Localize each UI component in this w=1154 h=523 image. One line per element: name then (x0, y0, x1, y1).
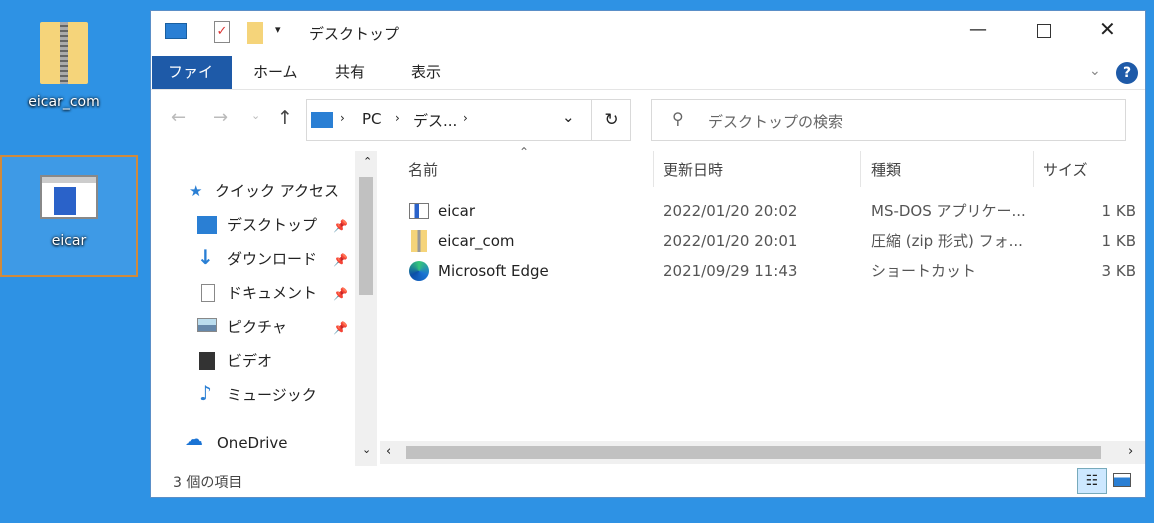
tab-view[interactable]: 表示 (395, 56, 457, 89)
nav-item-music[interactable]: ♪ ミュージック (199, 381, 317, 407)
address-dropdown-icon[interactable]: ⌄ (562, 108, 575, 126)
horizontal-scrollbar-thumb[interactable] (406, 446, 1101, 459)
application-icon (40, 175, 98, 219)
desktop-icon (197, 216, 217, 234)
column-size[interactable]: サイズ (1043, 159, 1088, 180)
zip-folder-icon (40, 22, 88, 84)
desktop-icon-label: eicar (51, 233, 87, 249)
nav-scrollbar[interactable]: ⌃ ⌄ (355, 151, 377, 466)
up-button[interactable]: ↑ (277, 107, 293, 129)
recent-dropdown[interactable]: ⌄ (251, 109, 260, 122)
sort-ascending-icon: ⌃ (519, 145, 530, 159)
ribbon-expand-icon[interactable]: ⌄ (1089, 63, 1101, 79)
column-name[interactable]: 名前 (408, 159, 438, 180)
this-pc-icon (311, 112, 333, 128)
search-input[interactable]: ⚲ デスクトップの検索 (651, 99, 1126, 141)
large-icons-view-button[interactable] (1113, 473, 1131, 487)
forward-button[interactable]: → (213, 107, 228, 128)
nav-onedrive[interactable]: ☁ OneDrive (185, 429, 288, 455)
nav-scrollbar-thumb[interactable] (359, 177, 373, 295)
pin-icon[interactable]: 📌 (333, 219, 348, 233)
document-icon (201, 284, 215, 302)
minimize-button[interactable]: — (969, 19, 987, 40)
pin-icon[interactable]: 📌 (333, 253, 348, 267)
nav-quick-access[interactable]: ★ クイック アクセス (189, 179, 339, 203)
column-type[interactable]: 種類 (871, 159, 901, 180)
pin-icon[interactable]: 📌 (333, 321, 348, 335)
nav-item-downloads[interactable]: ↓ ダウンロード (197, 245, 317, 271)
edge-icon (409, 261, 429, 281)
refresh-button[interactable]: ↻ (591, 100, 631, 140)
nav-item-desktop[interactable]: デスクトップ (197, 213, 317, 237)
file-explorer-window: ✓ ▾ デスクトップ — ✕ ファイル ホーム 共有 表示 ⌄ ? ← → ⌄ … (150, 10, 1146, 498)
star-icon: ★ (189, 182, 203, 200)
application-icon (409, 203, 429, 219)
zip-folder-icon (411, 230, 427, 252)
horizontal-scrollbar[interactable]: ‹ › (380, 441, 1145, 464)
tab-share[interactable]: 共有 (319, 56, 381, 89)
video-icon (199, 352, 215, 370)
maximize-button[interactable] (1037, 24, 1051, 38)
properties-icon[interactable]: ✓ (214, 21, 230, 43)
close-button[interactable]: ✕ (1099, 17, 1116, 41)
breadcrumb-desktop[interactable]: デス... (413, 110, 457, 131)
status-item-count: 3 個の項目 (173, 475, 243, 491)
tab-home[interactable]: ホーム (237, 56, 314, 89)
navigation-pane: ★ クイック アクセス デスクトップ ↓ ダウンロード ドキュメント ピクチャ ビデ… (151, 151, 379, 466)
column-date[interactable]: 更新日時 (663, 159, 723, 180)
this-pc-icon (165, 23, 187, 39)
pictures-icon (197, 318, 217, 332)
nav-item-documents[interactable]: ドキュメント (201, 281, 317, 305)
details-view-button[interactable]: ☷ (1077, 468, 1107, 494)
help-button[interactable]: ? (1116, 62, 1138, 84)
nav-item-pictures[interactable]: ピクチャ (197, 315, 287, 339)
file-row[interactable]: Microsoft Edge 2021/09/29 11:43 ショートカット … (406, 257, 1146, 285)
window-title: デスクトップ (309, 25, 400, 43)
pin-icon[interactable]: 📌 (333, 287, 348, 301)
nav-item-videos[interactable]: ビデオ (199, 349, 272, 373)
address-bar[interactable]: › PC › デス... › ⌄ ↻ (306, 99, 631, 141)
tab-file[interactable]: ファイル (152, 56, 232, 114)
back-button[interactable]: ← (171, 107, 186, 128)
desktop-icon-eicar[interactable]: eicar (0, 155, 138, 277)
cloud-icon: ☁ (185, 429, 203, 450)
file-row[interactable]: eicar 2022/01/20 20:02 MS-DOS アプリケー... 1… (406, 197, 1146, 225)
music-icon: ♪ (199, 381, 212, 405)
customize-dropdown-icon[interactable]: ▾ (275, 23, 281, 36)
download-icon: ↓ (197, 245, 214, 269)
desktop-icon-label: eicar_com (28, 94, 100, 110)
breadcrumb-pc[interactable]: PC (362, 110, 382, 128)
search-icon: ⚲ (672, 109, 684, 128)
new-folder-icon[interactable] (247, 22, 263, 44)
file-row[interactable]: eicar_com 2022/01/20 20:01 圧縮 (zip 形式) フ… (406, 227, 1146, 255)
desktop-icon-eicar-com[interactable]: eicar_com (10, 22, 118, 110)
